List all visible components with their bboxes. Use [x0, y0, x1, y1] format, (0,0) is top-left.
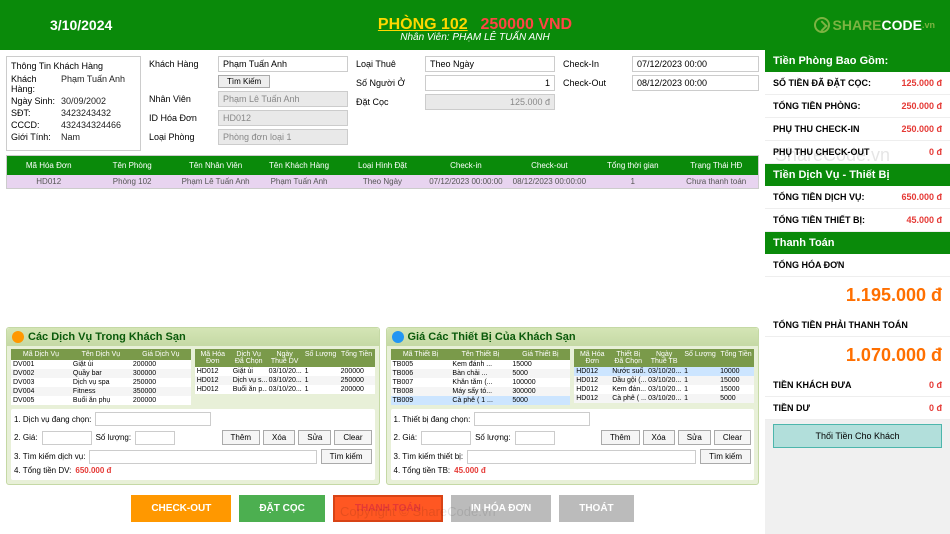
service-search-field[interactable] — [89, 450, 316, 464]
staff-field — [218, 91, 348, 107]
service-qty-field[interactable] — [135, 431, 175, 445]
services-chosen-table[interactable]: Mã Hóa ĐơnDịch Vụ Đã ChọnNgày Thuê DVSố … — [195, 349, 375, 405]
equipment-price-field[interactable] — [421, 431, 471, 445]
thêm-button[interactable]: Thêm — [222, 430, 260, 445]
table-row[interactable]: DV004Fitness350000 — [11, 387, 191, 396]
table-row[interactable]: DV002Quầy bar300000 — [11, 369, 191, 378]
equipment-search-button[interactable]: Tìm kiếm — [700, 449, 751, 464]
app-header: 3/10/2024 PHÒNG 102 250000 VND Nhân Viên… — [0, 0, 950, 50]
clear-button[interactable]: Clear — [334, 430, 371, 445]
pay-button[interactable]: THANH TOÁN — [333, 495, 443, 522]
table-row[interactable]: HD012Dầu gội (...03/10/20...115000 — [574, 376, 754, 385]
table-row[interactable]: DV003Dịch vụ spa250000 — [11, 378, 191, 387]
service-price-field[interactable] — [42, 431, 92, 445]
form-column-2: Loại Thuê Số Người Ở Đặt Cọc — [356, 56, 555, 151]
equipment-total: 45.000 đ — [454, 466, 486, 475]
service-search-button[interactable]: Tìm kiếm — [321, 449, 372, 464]
table-row[interactable]: TB009Cà phê ( 1 ...5000 — [391, 396, 571, 405]
summary-sidebar: Tiền Phòng Bao Gồm: SỐ TIỀN ĐÃ ĐẶT CỌC:1… — [765, 50, 950, 534]
customer-select[interactable] — [218, 56, 348, 72]
guests-field[interactable] — [425, 75, 555, 91]
services-panel: Các Dịch Vụ Trong Khách Sạn Mã Dịch VụTê… — [6, 327, 380, 485]
deposit-button[interactable]: ĐẶT CỌC — [239, 495, 325, 522]
room-fees-header: Tiền Phòng Bao Gồm: — [765, 50, 950, 72]
staff-line: Nhân Viên: PHẠM LÊ TUẤN ANH — [400, 32, 550, 43]
equipment-qty-field[interactable] — [515, 431, 555, 445]
amount-due: 1.070.000 đ — [765, 337, 950, 374]
table-row[interactable]: HD012Cà phê ( ...03/10/20...15000 — [574, 394, 754, 403]
equipment-panel: Giá Các Thiết Bị Của Khách Sạn Mã Thiết … — [386, 327, 760, 485]
table-row[interactable]: HD012Giặt ủi03/10/20...1200000 — [195, 367, 375, 376]
search-customer-button[interactable]: Tìm Kiếm — [218, 75, 270, 88]
equipment-chosen-table[interactable]: Mã Hóa ĐơnThiết Bị Đã ChọnNgày Thuê TBSố… — [574, 349, 754, 405]
table-row[interactable]: HD012Kem đán...03/10/20...115000 — [574, 385, 754, 394]
invoice-id-field — [218, 110, 348, 126]
customer-info-title: Thông Tin Khách Hàng — [11, 61, 136, 71]
table-row[interactable]: HD012Dịch vụ s...03/10/20...1250000 — [195, 376, 375, 385]
print-button[interactable]: IN HÓA ĐƠN — [451, 495, 551, 522]
logo: SHARECODE.vn — [814, 17, 935, 33]
payment-header: Thanh Toán — [765, 232, 950, 254]
customer-info-panel: Thông Tin Khách Hàng Khách Hàng:Phạm Tuấ… — [6, 56, 141, 151]
checkout-date[interactable] — [632, 75, 759, 91]
invoice-row[interactable]: HD012Phòng 102Phạm Lê Tuấn AnhPhạm Tuấn … — [7, 175, 758, 188]
deposit-field — [425, 94, 555, 110]
table-row[interactable]: TB007Khăn tắm (...100000 — [391, 378, 571, 387]
table-row[interactable]: DV005Buổi ăn phụ200000 — [11, 396, 191, 405]
thêm-button[interactable]: Thêm — [601, 430, 639, 445]
person-icon — [12, 331, 24, 343]
equipment-search-field[interactable] — [467, 450, 696, 464]
room-name: PHÒNG 102 — [378, 16, 468, 33]
table-row[interactable]: TB005Kem đánh ...15000 — [391, 360, 571, 369]
equipment-selected-field[interactable] — [474, 412, 590, 426]
sửa-button[interactable]: Sửa — [678, 430, 711, 445]
logo-icon — [814, 17, 830, 33]
service-total: 650.000 đ — [75, 466, 111, 475]
clear-button[interactable]: Clear — [714, 430, 751, 445]
return-change-button[interactable]: Thối Tiền Cho Khách — [773, 424, 942, 448]
gear-icon — [392, 331, 404, 343]
xóa-button[interactable]: Xóa — [263, 430, 295, 445]
room-price: 250000 VND — [480, 16, 572, 33]
table-row[interactable]: HD012Buổi ăn p...03/10/20...1200000 — [195, 385, 375, 394]
table-row[interactable]: HD012Nước suố...03/10/20...110000 — [574, 367, 754, 376]
table-row[interactable]: DV001Giặt ủi200000 — [11, 360, 191, 369]
grand-total: 1.195.000 đ — [765, 277, 950, 314]
checkout-button[interactable]: CHECK-OUT — [131, 495, 231, 522]
rent-type-select[interactable] — [425, 56, 555, 72]
exit-button[interactable]: THOÁT — [559, 495, 633, 522]
service-selected-field[interactable] — [95, 412, 211, 426]
action-buttons: CHECK-OUT ĐẶT CỌC THANH TOÁN IN HÓA ĐƠN … — [6, 489, 759, 528]
invoice-table: Mã Hóa ĐơnTên PhòngTên Nhân ViênTên Khác… — [6, 155, 759, 189]
equipment-list-table[interactable]: Mã Thiết BịTên Thiết BịGiá Thiết BịTB005… — [391, 349, 571, 405]
xóa-button[interactable]: Xóa — [643, 430, 675, 445]
form-column-3: Check-In Check-Out — [563, 56, 759, 151]
table-row[interactable]: TB008Máy sấy tó...300000 — [391, 387, 571, 396]
service-fees-header: Tiền Dịch Vụ - Thiết Bị — [765, 164, 950, 186]
services-list-table[interactable]: Mã Dịch VụTên Dịch VụGiá Dịch VụDV001Giặ… — [11, 349, 191, 405]
current-date: 3/10/2024 — [50, 17, 112, 33]
sửa-button[interactable]: Sửa — [298, 430, 331, 445]
form-column-1: Khách Hàng Tìm Kiếm Nhân Viên ID Hóa Đơn… — [149, 56, 348, 151]
room-type-field — [218, 129, 348, 145]
table-row[interactable]: TB006Bàn chải ...5000 — [391, 369, 571, 378]
checkin-date[interactable] — [632, 56, 759, 72]
